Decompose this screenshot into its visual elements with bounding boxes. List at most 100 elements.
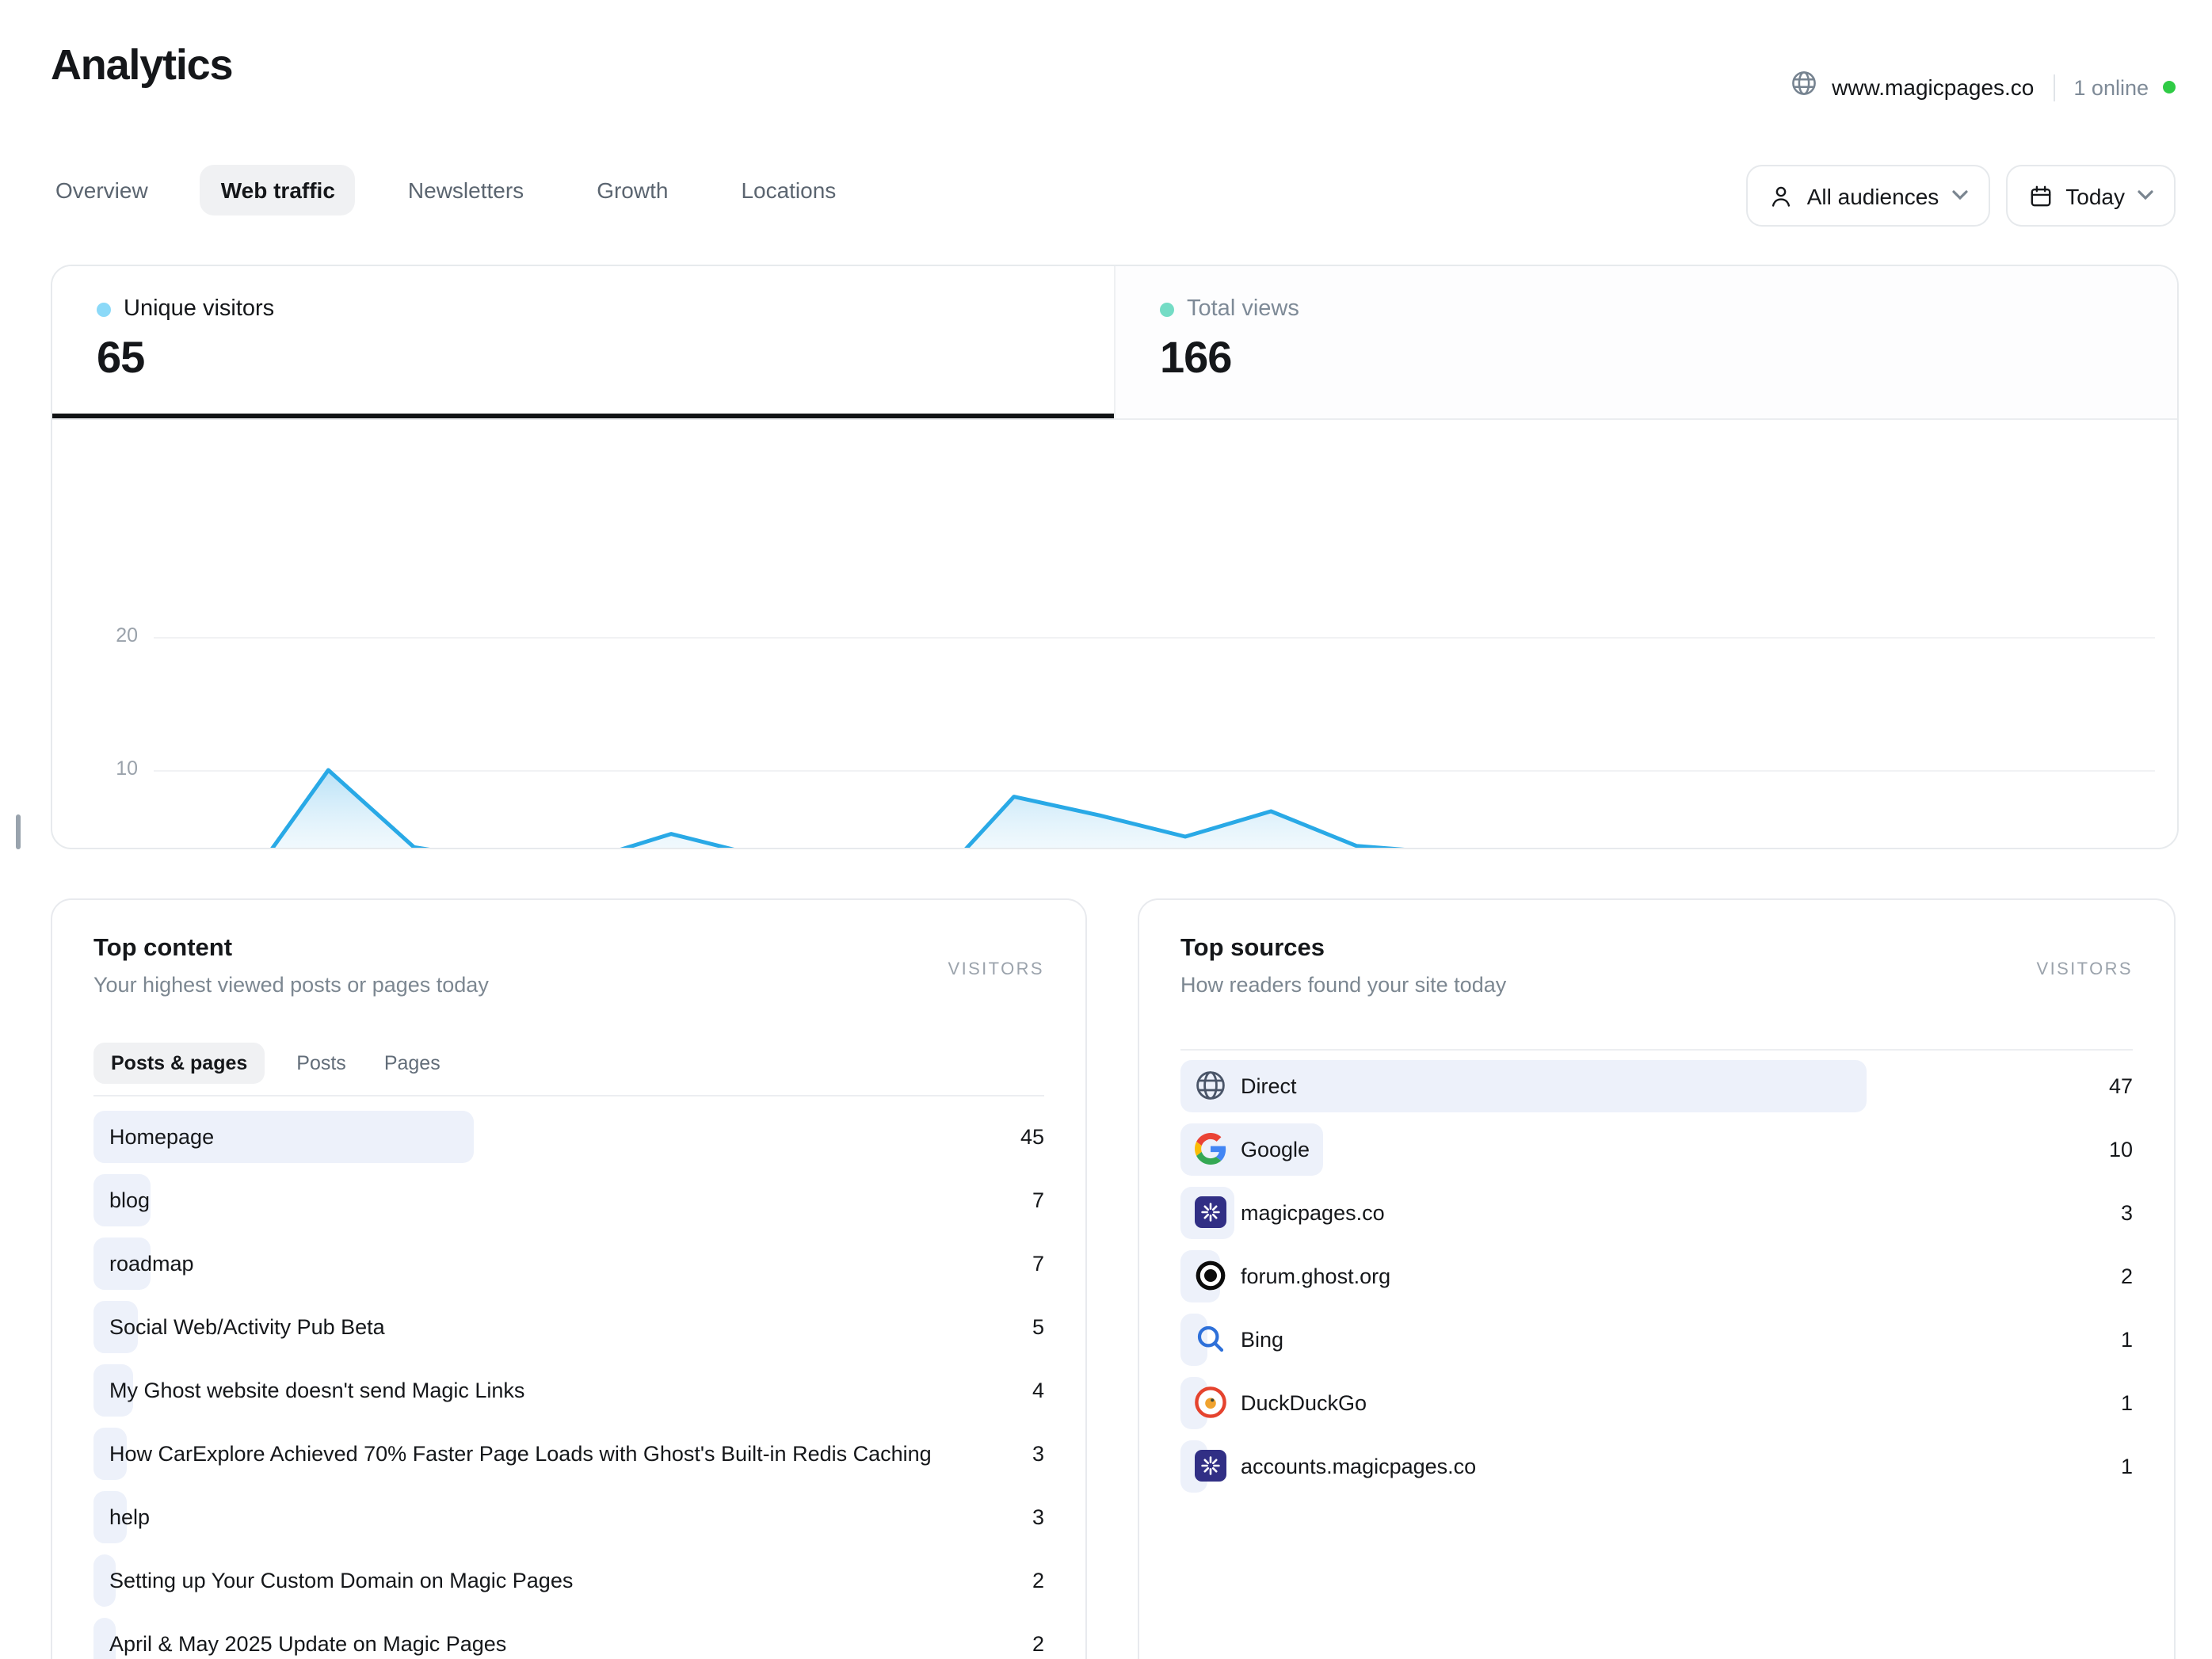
top-content-list: Homepage45blog7roadmap7Social Web/Activi…	[93, 1111, 1044, 1659]
tab-web-traffic[interactable]: Web traffic	[200, 165, 356, 215]
content-row[interactable]: Setting up Your Custom Domain on Magic P…	[93, 1554, 1044, 1607]
content-row[interactable]: April & May 2025 Update on Magic Pages 2	[93, 1618, 1044, 1659]
traffic-card: Unique visitors 65 Total views 166 20 10…	[51, 265, 2179, 849]
row-visitors-value: 2	[1032, 1618, 1044, 1659]
unique-visitors-dot	[97, 302, 111, 316]
content-row[interactable]: My Ghost website doesn't send Magic Link…	[93, 1364, 1044, 1417]
content-row[interactable]: blog 7	[93, 1174, 1044, 1226]
tab-growth[interactable]: Growth	[576, 165, 688, 215]
chevron-down-icon	[1951, 190, 1967, 201]
analytics-tabs: Overview Web traffic Newsletters Growth Loca…	[35, 165, 856, 215]
site-domain[interactable]: www.magicpages.co	[1832, 74, 2034, 100]
divider	[1180, 1049, 2133, 1051]
row-label: Google	[1241, 1123, 1310, 1176]
content-tab-posts-pages[interactable]: Posts & pages	[93, 1043, 265, 1084]
stat-label: Total views	[1187, 296, 1299, 322]
stat-card-total-views[interactable]: Total views 166	[1114, 266, 2177, 420]
site-info: www.magicpages.co 1 online	[1791, 70, 2176, 105]
row-label: Direct	[1241, 1060, 1297, 1112]
source-row[interactable]: Bing 1	[1180, 1314, 2133, 1366]
row-visitors-value: 7	[1032, 1174, 1044, 1226]
source-row[interactable]: Direct 47	[1180, 1060, 2133, 1112]
chevron-down-icon	[2138, 190, 2153, 201]
card-subtitle: Your highest viewed posts or pages today	[93, 973, 1044, 997]
row-label: accounts.magicpages.co	[1241, 1440, 1476, 1493]
tab-locations[interactable]: Locations	[720, 165, 856, 215]
row-visitors-value: 3	[2121, 1187, 2133, 1239]
row-visitors-value: 7	[1032, 1238, 1044, 1290]
magicpages-icon	[1195, 1196, 1226, 1228]
content-row[interactable]: help 3	[93, 1491, 1044, 1543]
ghost-forum-icon	[1195, 1260, 1226, 1291]
row-visitors-value: 4	[1032, 1364, 1044, 1417]
audiences-button[interactable]: All audiences	[1747, 165, 1990, 227]
row-visitors-value: 10	[2109, 1123, 2133, 1176]
content-row[interactable]: Homepage 45	[93, 1111, 1044, 1163]
content-row[interactable]: Social Web/Activity Pub Beta 5	[93, 1301, 1044, 1353]
header-divider	[2053, 74, 2054, 101]
date-range-button-label: Today	[2065, 183, 2125, 208]
globe-icon	[1791, 70, 1817, 105]
row-visitors-value: 2	[1032, 1554, 1044, 1607]
top-sources-card: Top sources How readers found your site …	[1138, 898, 2176, 1659]
scrollbar-thumb[interactable]	[16, 814, 21, 849]
kpi-row: Unique visitors 65 Total views 166	[52, 266, 2177, 420]
audiences-button-label: All audiences	[1807, 183, 1939, 208]
row-label: blog	[109, 1174, 150, 1226]
row-label: magicpages.co	[1241, 1187, 1385, 1239]
row-visitors-value: 1	[2121, 1440, 2133, 1493]
stat-value: 65	[97, 333, 1070, 383]
globe-icon	[1195, 1070, 1226, 1101]
source-row[interactable]: accounts.magicpages.co 1	[1180, 1440, 2133, 1493]
card-title: Top content	[93, 935, 1044, 963]
total-views-dot	[1160, 302, 1174, 316]
row-label: Bing	[1241, 1314, 1283, 1366]
row-visitors-value: 5	[1032, 1301, 1044, 1353]
content-tab-pages[interactable]: Pages	[378, 1043, 447, 1084]
y-axis-tick: 10	[52, 757, 138, 780]
row-visitors-value: 45	[1020, 1111, 1044, 1163]
online-status-dot	[2163, 81, 2176, 93]
top-sources-list: Direct 47 Google 10 magicpages.co 3 forum.ghos…	[1180, 1060, 2133, 1504]
source-row[interactable]: Google 10	[1180, 1123, 2133, 1176]
bing-icon	[1195, 1323, 1226, 1355]
online-count: 1 online	[2073, 75, 2149, 99]
content-row[interactable]: roadmap 7	[93, 1238, 1044, 1290]
row-label: Homepage	[109, 1111, 214, 1163]
source-row[interactable]: magicpages.co 3	[1180, 1187, 2133, 1239]
row-visitors-value: 1	[2121, 1377, 2133, 1429]
row-label: How CarExplore Achieved 70% Faster Page …	[109, 1428, 932, 1480]
stat-value: 166	[1160, 333, 2133, 383]
row-label: My Ghost website doesn't send Magic Link…	[109, 1364, 524, 1417]
date-range-button[interactable]: Today	[2005, 165, 2176, 227]
row-visitors-value: 3	[1032, 1428, 1044, 1480]
row-visitors-value: 2	[2121, 1250, 2133, 1302]
person-icon	[1769, 183, 1794, 208]
source-row[interactable]: DuckDuckGo 1	[1180, 1377, 2133, 1429]
row-label: Setting up Your Custom Domain on Magic P…	[109, 1554, 573, 1607]
row-label: April & May 2025 Update on Magic Pages	[109, 1618, 506, 1659]
source-row[interactable]: forum.ghost.org2	[1180, 1250, 2133, 1302]
content-row[interactable]: How CarExplore Achieved 70% Faster Page …	[93, 1428, 1044, 1480]
filter-buttons: All audiences Today	[1747, 165, 2176, 227]
traffic-chart-area: 20 10 0 28 Jul 29 Jul	[52, 420, 2177, 846]
content-tab-posts[interactable]: Posts	[290, 1043, 353, 1084]
analytics-page: Analytics www.magicpages.co 1 online Ove…	[0, 0, 2212, 1659]
row-label: DuckDuckGo	[1241, 1377, 1367, 1429]
visitors-column-header: VISITORS	[2037, 960, 2134, 979]
row-label: Social Web/Activity Pub Beta	[109, 1301, 385, 1353]
tab-newsletters[interactable]: Newsletters	[387, 165, 544, 215]
row-visitors-value: 1	[2121, 1314, 2133, 1366]
card-subtitle: How readers found your site today	[1180, 973, 2133, 997]
row-visitors-value: 47	[2109, 1060, 2133, 1112]
card-title: Top sources	[1180, 935, 2133, 963]
row-label: help	[109, 1491, 150, 1543]
tab-overview[interactable]: Overview	[35, 165, 169, 215]
unique-visitors-area-chart	[157, 620, 2128, 849]
stat-card-unique-visitors[interactable]: Unique visitors 65	[52, 266, 1114, 420]
top-content-card: Top content Your highest viewed posts or…	[51, 898, 1087, 1659]
row-label: roadmap	[109, 1238, 194, 1290]
magicpages-icon	[1195, 1450, 1226, 1482]
row-visitors-value: 3	[1032, 1491, 1044, 1543]
divider	[93, 1095, 1044, 1096]
